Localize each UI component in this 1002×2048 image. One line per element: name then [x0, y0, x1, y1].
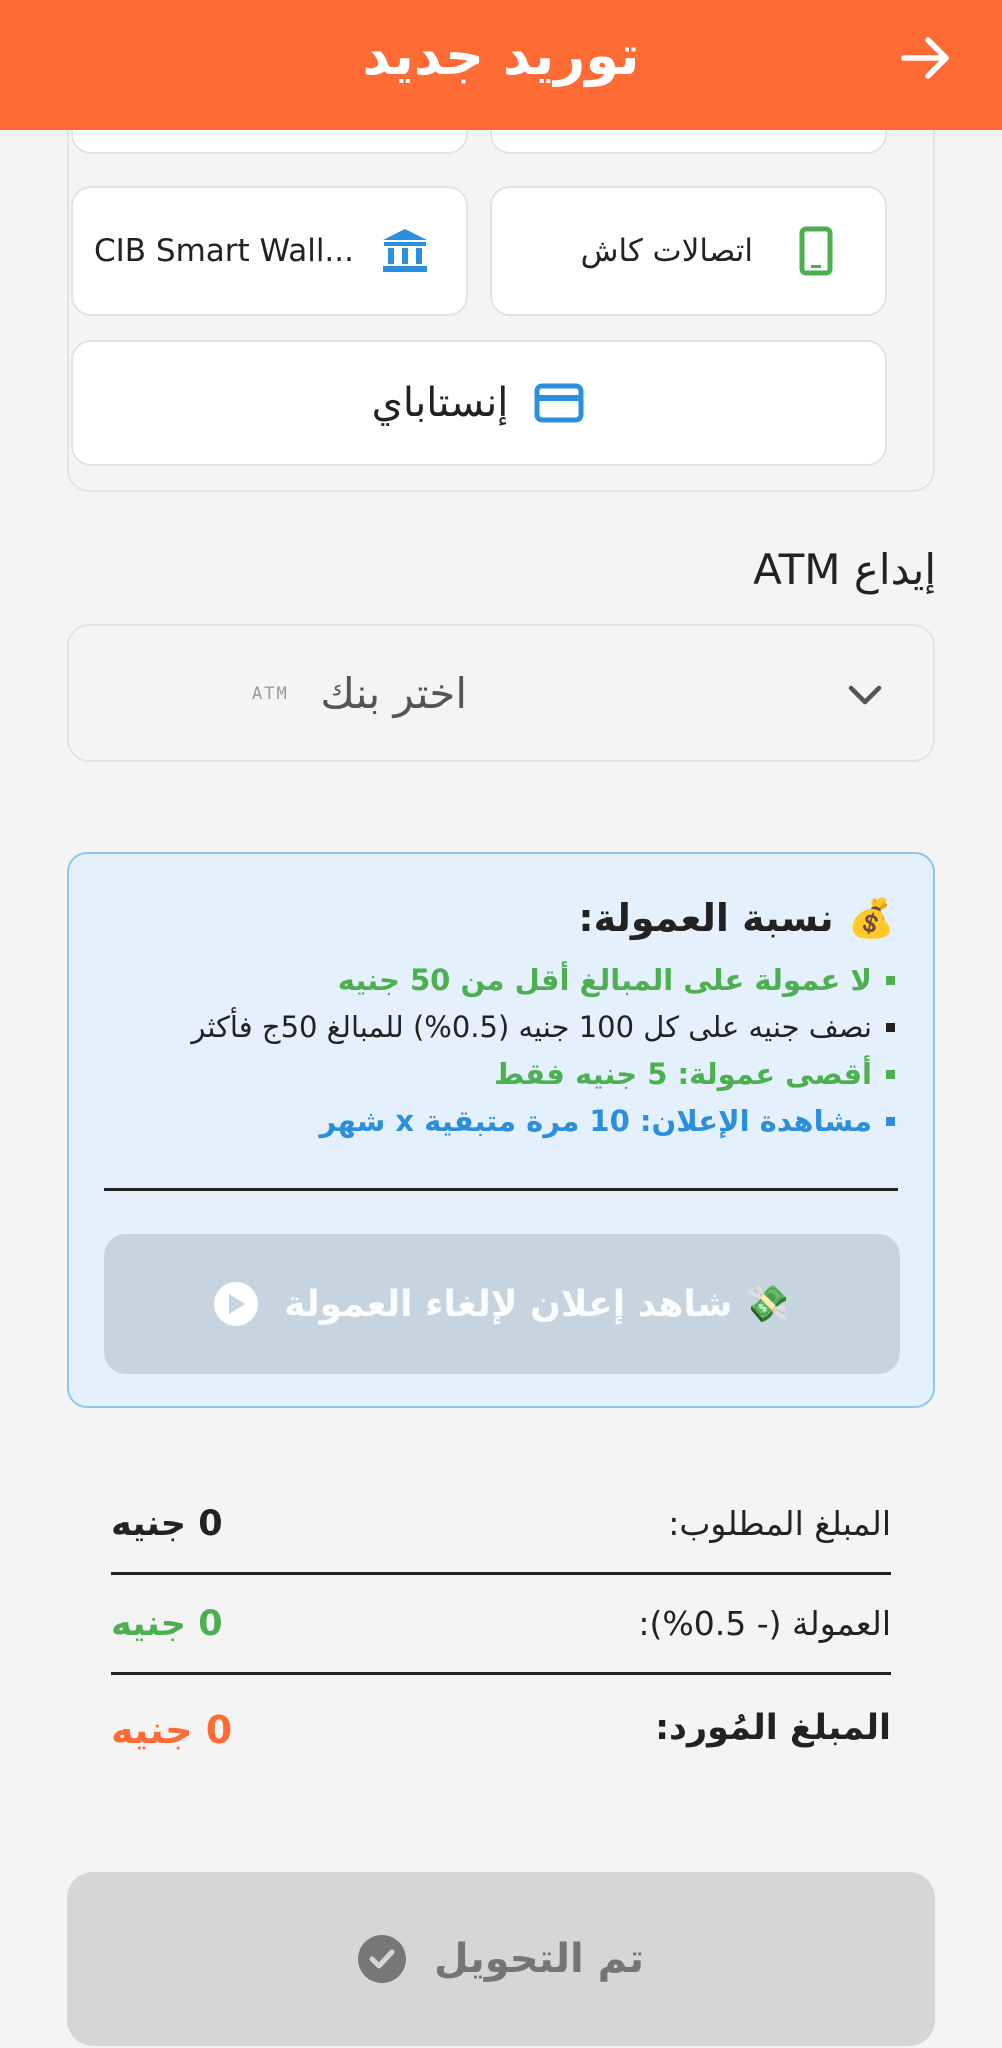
payment-method-label: CIB Smart Wall...: [94, 233, 354, 269]
payment-method-instapay[interactable]: إنستاباي: [71, 340, 887, 466]
commission-bullet: لا عمولة على المبالغ أقل من 50 جنيه: [338, 960, 895, 1000]
credit-card-icon: [532, 376, 586, 430]
bullet-dot-icon: [886, 975, 895, 985]
commission-bullet: أقصى عمولة: 5 جنيه فقط: [494, 1054, 895, 1094]
bullet-text: مشاهدة الإعلان: 10 مرة متبقية x شهر: [319, 1104, 872, 1138]
watch-ad-label: 💸 شاهد إعلان لإلغاء العمولة: [284, 1283, 789, 1325]
divider: [104, 1188, 898, 1191]
money-bag-icon: 💰: [847, 896, 895, 940]
bullet-text: نصف جنيه على كل 100 جنيه (0.5%) للمبالغ …: [191, 1010, 872, 1044]
watch-ad-text: شاهد إعلان لإلغاء العمولة: [284, 1284, 733, 1325]
summary-value: 0 جنيه: [111, 1504, 223, 1544]
transfer-done-label: تم التحويل: [434, 1936, 644, 1982]
payment-method-cib-smart-wallet[interactable]: CIB Smart Wall...: [71, 186, 468, 316]
atm-deposit-title: إيداع ATM: [753, 545, 936, 594]
bank-select-placeholder: اختر بنك: [320, 669, 467, 718]
bank-icon: [378, 224, 432, 278]
page-title: توريد جديد: [362, 24, 640, 87]
back-button[interactable]: [894, 26, 958, 90]
summary-label: المبلغ المطلوب:: [668, 1504, 891, 1543]
app-header: توريد جديد: [0, 0, 1002, 130]
payment-method-label: اتصالات كاش: [580, 233, 753, 269]
atm-mini-icon: ATM: [252, 684, 289, 704]
check-circle-icon: [358, 1935, 406, 1983]
summary-label: المبلغ المُورد:: [655, 1708, 891, 1748]
mobile-phone-icon: [789, 224, 843, 278]
summary-row-supplied: المبلغ المُورد: 0 جنيه: [111, 1708, 891, 1788]
commission-title-text: نسبة العمولة:: [578, 896, 834, 940]
bank-select-dropdown[interactable]: اختر بنك ATM: [67, 624, 935, 762]
summary-label: العمولة (- 0.5%):: [638, 1604, 891, 1643]
bullet-dot-icon: [886, 1069, 895, 1079]
divider: [111, 1672, 891, 1675]
chevron-down-icon: [848, 685, 882, 705]
bullet-dot-icon: [886, 1022, 895, 1032]
commission-bullet: نصف جنيه على كل 100 جنيه (0.5%) للمبالغ …: [191, 1007, 895, 1047]
summary-value: 0 جنيه: [111, 1708, 233, 1752]
divider: [111, 1572, 891, 1575]
play-circle-icon: [214, 1282, 259, 1326]
bullet-text: أقصى عمولة: 5 جنيه فقط: [493, 1057, 872, 1091]
arrow-right-icon: [901, 37, 949, 79]
commission-bullet: مشاهدة الإعلان: 10 مرة متبقية x شهر: [320, 1101, 895, 1141]
bullet-dot-icon: [886, 1116, 895, 1126]
summary-value: 0 جنيه: [111, 1604, 223, 1644]
commission-title: 💰 نسبة العمولة:: [578, 890, 895, 946]
money-wings-icon: 💸: [744, 1284, 790, 1325]
commission-info-panel: 💰 نسبة العمولة: لا عمولة على المبالغ أقل…: [67, 852, 935, 1408]
payment-method-label: إنستاباي: [371, 380, 509, 426]
bullet-text: لا عمولة على المبالغ أقل من 50 جنيه: [337, 963, 872, 997]
watch-ad-button[interactable]: 💸 شاهد إعلان لإلغاء العمولة: [104, 1234, 900, 1374]
payment-method-etisalat-cash[interactable]: اتصالات كاش: [490, 186, 887, 316]
transfer-done-button[interactable]: تم التحويل: [67, 1872, 935, 2046]
